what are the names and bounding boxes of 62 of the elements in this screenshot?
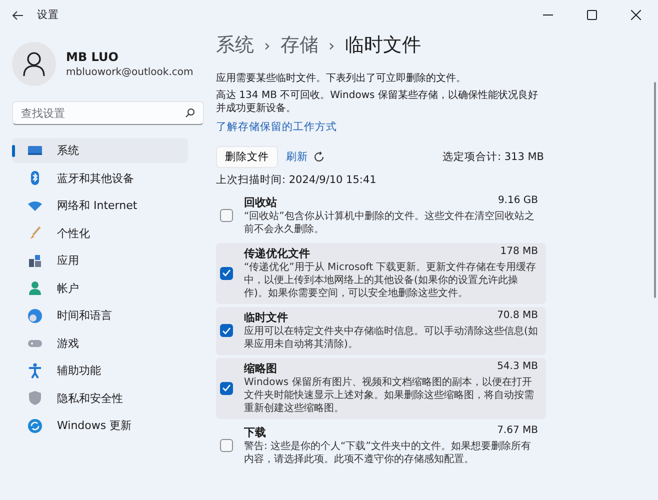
back-arrow-icon[interactable] [12, 10, 23, 20]
sidebar-item[interactable]: 网络和 Internet [12, 193, 188, 218]
item-title: 临时文件 [244, 310, 289, 325]
learn-more-link[interactable]: 了解存储保留的工作方式 [216, 120, 337, 134]
sidebar-item[interactable]: 帐户 [12, 276, 188, 300]
person-icon [26, 279, 44, 297]
refresh-link[interactable]: 刷新 [286, 150, 308, 164]
item-title: 缩略图 [244, 361, 278, 376]
selected-total: 选定项合计: 313 MB [442, 150, 545, 164]
checkmark-icon [222, 326, 231, 334]
item-size: 70.8 MB [497, 310, 538, 323]
close-icon[interactable] [631, 10, 641, 20]
shield-icon [26, 389, 44, 407]
sidebar-item[interactable]: 时间和语言 [12, 303, 188, 328]
user-silhouette-icon [22, 51, 46, 77]
item-title: 传递优化文件 [244, 246, 311, 261]
sidebar-item[interactable]: 个性化 [12, 220, 188, 246]
item-title: 下载 [244, 425, 267, 440]
sidebar-item[interactable]: 游戏 [12, 330, 188, 356]
search-icon [185, 108, 195, 118]
search-field[interactable]: 查找设置 [12, 101, 204, 125]
breadcrumb-separator: › [264, 36, 270, 54]
checkbox[interactable] [220, 382, 233, 394]
account-name: MB LUO [66, 50, 120, 64]
item-size: 7.67 MB [497, 425, 538, 438]
item-size: 178 MB [500, 246, 538, 259]
breadcrumb-separator: › [328, 36, 335, 54]
item-description: Windows 保留所有图片、视频和文档缩略图的副本，以便在打开文件夹时能快速显示上述对象。如果删除这些缩略图，将自动按需重新创建这些缩略图。 [244, 376, 535, 415]
item-size: 54.3 MB [497, 361, 538, 374]
window-title: 设置 [37, 8, 59, 22]
maximize-icon[interactable] [587, 10, 597, 20]
account-email: mbluowork@outlook.com [66, 67, 194, 78]
item-description: “传递优化”用于从 Microsoft 下载更新。更新文件存储在专用缓存中，以便上传到本地网络上的其他设备(如果你的设置允许此操作)。如果你需要空间，可以安全地删除这些文件。 [244, 261, 538, 300]
delete-files-button[interactable]: 删除文件 [216, 146, 278, 168]
checkmark-icon [222, 384, 231, 392]
sidebar-item[interactable]: 辅助功能 [12, 358, 188, 383]
accessibility-icon [26, 362, 44, 380]
breadcrumb-link[interactable]: 系统 [216, 32, 254, 58]
sidebar-item[interactable]: 应用 [12, 248, 188, 273]
sidebar-item[interactable]: 蓝牙和其他设备 [12, 166, 188, 190]
checkbox[interactable] [220, 439, 233, 452]
last-scan-time: 上次扫描时间: 2024/9/10 15:41 [216, 173, 378, 187]
checkmark-icon [222, 269, 231, 277]
sidebar-item[interactable]: 隐私和安全性 [12, 386, 188, 410]
item-description: “回收站”包含你从计算机中删除的文件。这些文件在清空回收站之前不会永久删除。 [244, 210, 536, 236]
checkbox[interactable] [220, 266, 233, 280]
breadcrumb-link[interactable]: 存储 [280, 32, 318, 58]
sync-icon [26, 416, 44, 434]
selection-indicator [12, 145, 15, 157]
checkbox[interactable] [220, 324, 233, 337]
item-title: 回收站 [244, 195, 278, 210]
page-title: 临时文件 [344, 33, 421, 58]
sidebar-item[interactable]: Windows 更新 [12, 413, 188, 438]
refresh-icon [313, 151, 325, 163]
item-description: 警告: 这些是你的个人“下载”文件夹中的文件。如果想要删除所有内容，请选择此项。此项不遵守你的存储感知配置。 [244, 440, 532, 466]
checkbox[interactable] [220, 209, 233, 222]
scrollbar[interactable] [654, 82, 656, 298]
intro-text: 应用需要某些临时文件。下表列出了可立即删除的文件。 [216, 72, 467, 85]
sidebar-item[interactable]: 系统 [12, 138, 188, 163]
storage-reserve-note: 高达 134 MB 不可回收。Windows 保留某些存储，以确保性能状况良好并成功更新设备。 [216, 89, 539, 115]
item-size: 9.16 GB [498, 195, 538, 208]
item-description: 应用可以在特定文件夹中存储临时信息。可以手动清除这些信息(如果应用未自动将其清除)。 [244, 325, 538, 351]
